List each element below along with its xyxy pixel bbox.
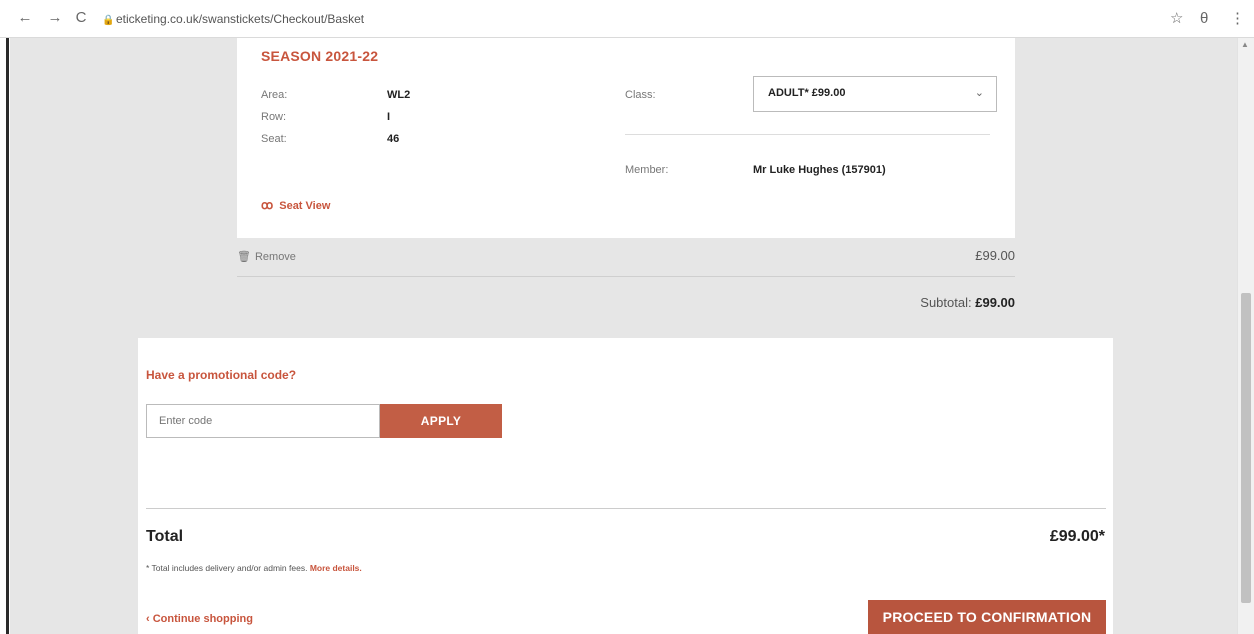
row-label: Row: bbox=[261, 111, 287, 123]
url-text: eticketing.co.uk/swanstickets/Checkout/B… bbox=[116, 12, 365, 26]
seat-view-label: Seat View bbox=[279, 200, 331, 212]
remove-button[interactable]: 🗑 Remove bbox=[237, 250, 296, 263]
continue-shopping-label: Continue shopping bbox=[152, 613, 253, 625]
row-value: I bbox=[387, 111, 391, 123]
seat-view-link[interactable]: ꝏ Seat View bbox=[261, 198, 330, 212]
trash-icon: 🗑 bbox=[237, 251, 251, 263]
seat-label: Seat: bbox=[261, 133, 287, 145]
promo-code-input[interactable] bbox=[146, 404, 380, 438]
class-label: Class: bbox=[625, 89, 656, 101]
reload-icon[interactable]: C bbox=[72, 9, 90, 27]
back-icon[interactable]: ← bbox=[16, 9, 34, 27]
basket-divider bbox=[237, 276, 1015, 277]
checkout-panel: Have a promotional code? APPLY Total £99… bbox=[138, 338, 1113, 634]
panel-divider bbox=[146, 508, 1106, 509]
area-value: WL2 bbox=[387, 89, 411, 101]
area-label: Area: bbox=[261, 89, 288, 101]
total-label: Total bbox=[146, 528, 184, 545]
basket-item-footer: 🗑 Remove £99.00 bbox=[237, 238, 1015, 276]
chevron-down-icon: ⌄ bbox=[974, 87, 984, 99]
more-details-link[interactable]: More details. bbox=[310, 563, 362, 573]
scroll-up-icon[interactable]: ▲ bbox=[1241, 40, 1249, 49]
seat-value: 46 bbox=[387, 133, 400, 145]
total-value: £99.00* bbox=[1049, 528, 1105, 545]
scrollbar[interactable]: ▲ bbox=[1237, 38, 1254, 634]
browser-menu-icon[interactable]: ⋮ bbox=[1230, 8, 1245, 30]
binoculars-icon: ꝏ bbox=[261, 198, 274, 212]
fee-note: * Total includes delivery and/or admin f… bbox=[146, 563, 362, 573]
subtotal: Subtotal: £99.00 bbox=[920, 295, 1015, 310]
season-title: SEASON 2021-22 bbox=[261, 48, 379, 64]
remove-label: Remove bbox=[254, 251, 296, 263]
promo-title: Have a promotional code? bbox=[146, 368, 297, 382]
fee-note-text: * Total includes delivery and/or admin f… bbox=[146, 563, 308, 573]
member-label: Member: bbox=[625, 164, 669, 176]
proceed-to-confirmation-button[interactable]: PROCEED TO CONFIRMATION bbox=[868, 600, 1106, 634]
chevron-left-icon: ‹ bbox=[146, 613, 150, 625]
member-value: Mr Luke Hughes (157901) bbox=[753, 164, 886, 176]
window-edge-line bbox=[6, 38, 9, 634]
item-price: £99.00 bbox=[975, 248, 1015, 263]
ticket-card: SEASON 2021-22 Area: WL2 Row: I Seat: 46… bbox=[237, 38, 1015, 238]
subtotal-value: £99.00 bbox=[975, 295, 1015, 310]
browser-toolbar: ← → C 🔒 eticketing.co.uk/swanstickets/Che… bbox=[0, 0, 1254, 38]
address-bar[interactable]: 🔒 eticketing.co.uk/swanstickets/Checkout/… bbox=[102, 8, 952, 30]
card-divider bbox=[625, 134, 990, 135]
account-icon[interactable]: θ bbox=[1200, 8, 1208, 30]
class-selected-value: ADULT* £99.00 bbox=[768, 87, 846, 99]
lock-icon: 🔒 bbox=[102, 15, 115, 26]
subtotal-label: Subtotal: bbox=[920, 295, 972, 310]
scrollbar-thumb[interactable] bbox=[1241, 293, 1251, 603]
bookmark-star-icon[interactable]: ☆ bbox=[1170, 8, 1183, 30]
forward-icon[interactable]: → bbox=[46, 9, 64, 27]
class-select[interactable]: ADULT* £99.00 ⌄ bbox=[753, 76, 997, 112]
apply-button[interactable]: APPLY bbox=[380, 404, 502, 438]
continue-shopping-link[interactable]: ‹ Continue shopping bbox=[146, 613, 253, 625]
